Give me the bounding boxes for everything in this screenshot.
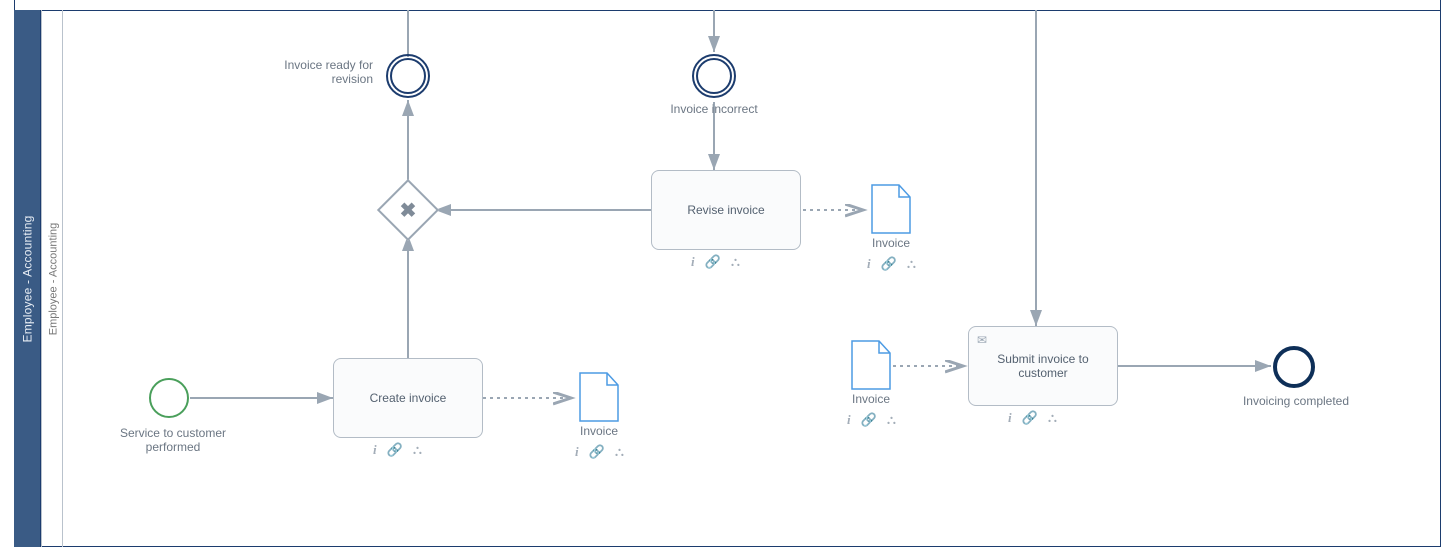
event-ready-for-revision[interactable] — [386, 54, 430, 98]
task-submit-invoice-label: Submit invoice to customer — [975, 352, 1111, 380]
event-invoice-incorrect[interactable] — [692, 54, 736, 98]
attachment-icon[interactable]: 🔗 — [1022, 410, 1038, 426]
info-icon[interactable]: i — [575, 444, 579, 460]
org-icon[interactable]: ⛬ — [907, 256, 916, 272]
end-event-label: Invoicing completed — [1231, 394, 1361, 408]
start-event[interactable] — [149, 378, 189, 418]
diagram-canvas[interactable]: Service to customer performed Create inv… — [63, 10, 1440, 546]
event-inner-ring — [696, 58, 732, 94]
gateway-x-icon: ✖ — [386, 188, 430, 232]
task-revise-invoice-label: Revise invoice — [687, 203, 764, 217]
data-object-invoice-2-label: Invoice — [871, 236, 911, 250]
task-submit-icons: i 🔗 ⛬ — [1008, 410, 1057, 426]
data-object-invoice-2[interactable]: Invoice — [871, 184, 911, 250]
start-event-circle — [149, 378, 189, 418]
info-icon[interactable]: i — [1008, 410, 1012, 426]
data-object-invoice-1-label: Invoice — [579, 424, 619, 438]
data-object-2-icons: i 🔗 ⛬ — [867, 256, 916, 272]
org-icon[interactable]: ⛬ — [887, 412, 896, 428]
task-submit-invoice[interactable]: ✉ Submit invoice to customer — [968, 326, 1118, 406]
info-icon[interactable]: i — [373, 442, 377, 458]
edges-layer — [63, 10, 1440, 546]
data-object-3-icons: i 🔗 ⛬ — [847, 412, 896, 428]
org-icon[interactable]: ⛬ — [413, 442, 422, 458]
end-event-circle — [1273, 346, 1315, 388]
lane-label[interactable]: Employee - Accounting — [41, 10, 64, 547]
lane-label-text: Employee - Accounting — [47, 222, 59, 335]
attachment-icon[interactable]: 🔗 — [387, 442, 403, 458]
org-icon[interactable]: ⛬ — [731, 254, 740, 270]
data-object-invoice-1[interactable]: Invoice — [579, 372, 619, 438]
org-icon[interactable]: ⛬ — [615, 444, 624, 460]
data-object-invoice-3[interactable]: Invoice — [851, 340, 891, 406]
task-create-icons: i 🔗 ⛬ — [373, 442, 422, 458]
data-object-invoice-3-label: Invoice — [851, 392, 891, 406]
exclusive-gateway[interactable]: ✖ — [386, 188, 430, 232]
envelope-icon: ✉ — [977, 333, 987, 347]
event-ready-label: Invoice ready for revision — [263, 58, 373, 86]
attachment-icon[interactable]: 🔗 — [705, 254, 721, 270]
end-event[interactable] — [1273, 346, 1315, 388]
diagram-viewport[interactable]: Employee - Accounting Employee - Account… — [0, 0, 1445, 551]
start-event-label: Service to customer performed — [93, 426, 253, 454]
attachment-icon[interactable]: 🔗 — [881, 256, 897, 272]
info-icon[interactable]: i — [691, 254, 695, 270]
pool-label[interactable]: Employee - Accounting — [14, 10, 41, 547]
task-create-invoice-label: Create invoice — [370, 391, 447, 405]
attachment-icon[interactable]: 🔗 — [861, 412, 877, 428]
info-icon[interactable]: i — [847, 412, 851, 428]
data-object-1-icons: i 🔗 ⛬ — [575, 444, 624, 460]
info-icon[interactable]: i — [867, 256, 871, 272]
task-revise-icons: i 🔗 ⛬ — [691, 254, 740, 270]
event-incorrect-label: Invoice incorrect — [659, 102, 769, 116]
event-inner-ring — [390, 58, 426, 94]
task-revise-invoice[interactable]: Revise invoice — [651, 170, 801, 250]
attachment-icon[interactable]: 🔗 — [589, 444, 605, 460]
task-create-invoice[interactable]: Create invoice — [333, 358, 483, 438]
pool-label-text: Employee - Accounting — [20, 215, 34, 342]
org-icon[interactable]: ⛬ — [1048, 410, 1057, 426]
